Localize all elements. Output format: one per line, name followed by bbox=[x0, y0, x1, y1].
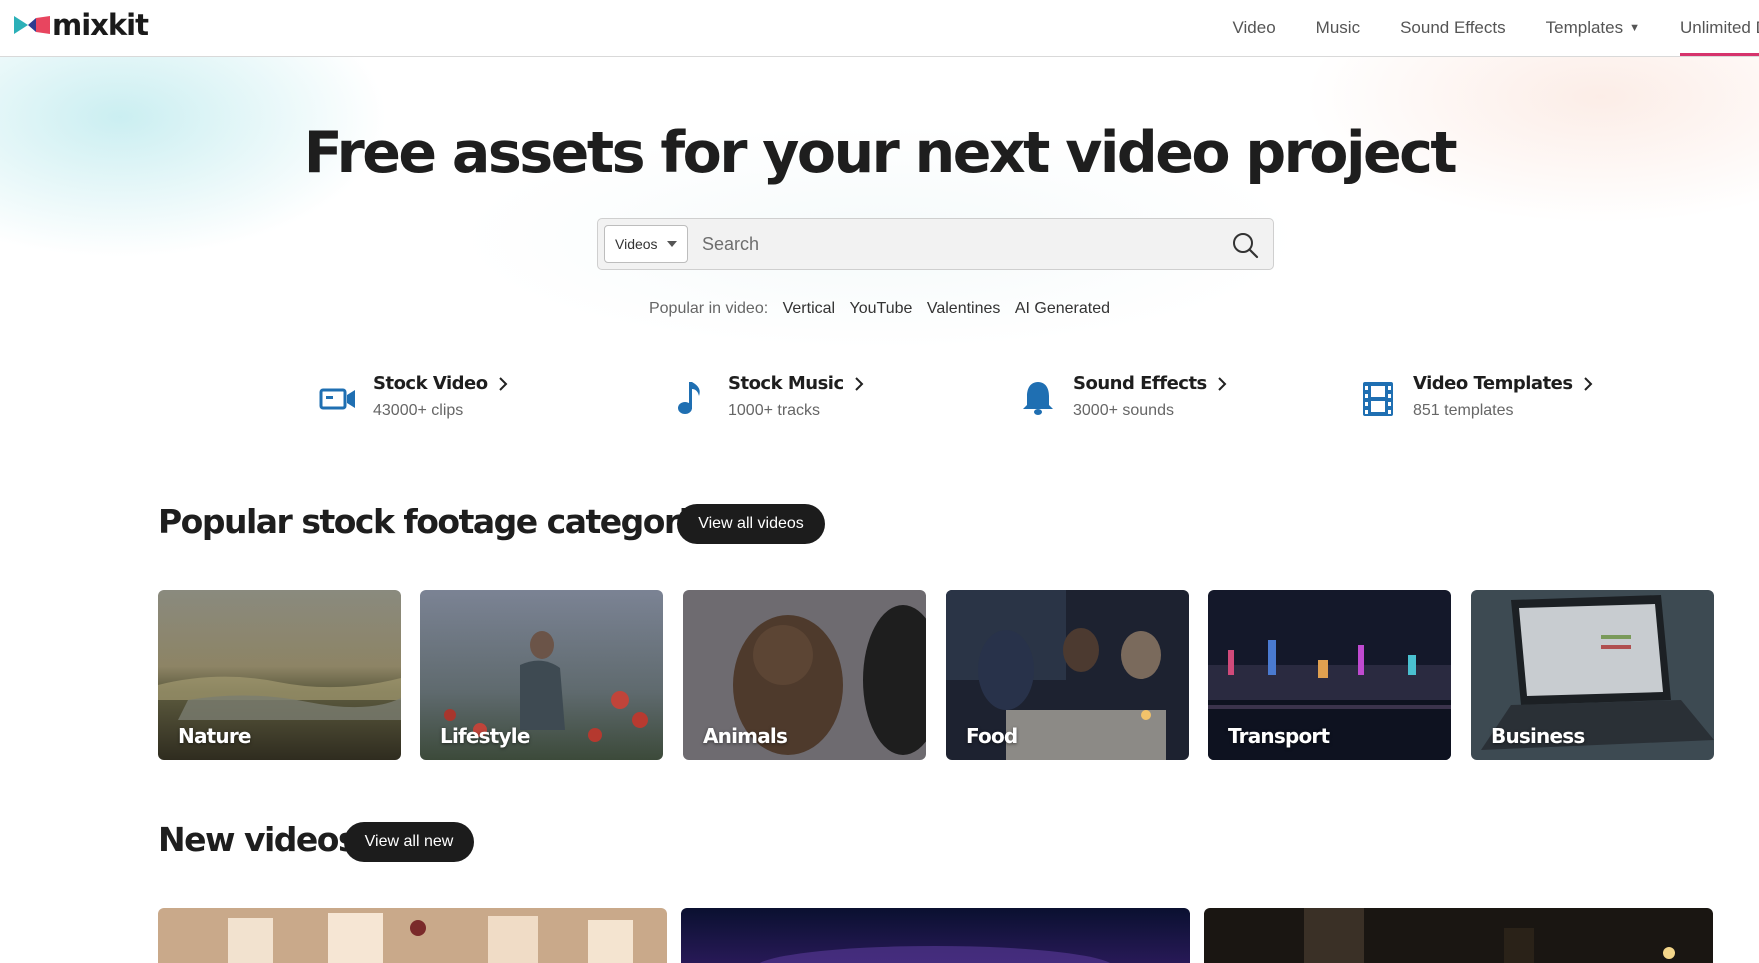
asset-type-stock-music[interactable]: Stock Music 1000+ tracks bbox=[673, 373, 864, 420]
view-all-videos-button[interactable]: View all videos bbox=[677, 504, 825, 544]
nav-music[interactable]: Music bbox=[1316, 0, 1360, 56]
popular-categories-title: Popular stock footage categories bbox=[158, 502, 729, 541]
new-video-card[interactable] bbox=[158, 908, 667, 963]
chevron-right-icon bbox=[1218, 376, 1227, 391]
category-label: Food bbox=[966, 724, 1018, 748]
asset-type-title: Video Templates bbox=[1413, 373, 1593, 394]
popular-tag-vertical[interactable]: Vertical bbox=[783, 300, 835, 317]
chevron-right-icon bbox=[498, 376, 508, 391]
popular-tag-valentines[interactable]: Valentines bbox=[927, 300, 1001, 317]
main-nav: Video Music Sound Effects Templates ▼ Unl… bbox=[1192, 0, 1759, 56]
stock-music-title: Stock Music bbox=[728, 373, 844, 394]
category-label: Lifestyle bbox=[440, 724, 530, 748]
asset-type-sound-effects[interactable]: Sound Effects 3000+ sounds bbox=[1018, 373, 1227, 420]
asset-type-title: Stock Music bbox=[728, 373, 864, 394]
logo-mark-icon bbox=[14, 16, 50, 34]
asset-type-selected: Videos bbox=[615, 236, 658, 252]
stock-video-count: 43000+ clips bbox=[373, 402, 464, 419]
popular-label: Popular in video: bbox=[648, 300, 769, 317]
sound-effects-title: Sound Effects bbox=[1073, 373, 1207, 394]
nav-unlimited-label: Unlimited D bbox=[1680, 18, 1759, 37]
new-video-card[interactable] bbox=[681, 908, 1190, 963]
caret-down-icon: ▼ bbox=[1629, 22, 1640, 34]
popular-tag-youtube[interactable]: YouTube bbox=[850, 300, 913, 317]
asset-type-title: Stock Video bbox=[373, 373, 508, 394]
category-tile-food[interactable]: Food bbox=[946, 590, 1189, 760]
search-input[interactable] bbox=[702, 227, 1202, 261]
video-templates-title: Video Templates bbox=[1413, 373, 1573, 394]
category-tile-lifestyle[interactable]: Lifestyle bbox=[420, 590, 663, 760]
category-tile-animals[interactable]: Animals bbox=[683, 590, 926, 760]
sound-effects-count: 3000+ sounds bbox=[1073, 402, 1174, 419]
video-camera-icon bbox=[319, 388, 355, 410]
category-tile-business[interactable]: Business bbox=[1471, 590, 1714, 760]
bell-icon bbox=[1023, 382, 1053, 415]
asset-type-select[interactable]: Videos bbox=[604, 225, 688, 263]
film-strip-icon bbox=[1363, 382, 1393, 416]
top-header: mixkit Video Music Sound Effects Templat… bbox=[0, 0, 1759, 57]
nav-templates[interactable]: Templates ▼ bbox=[1546, 0, 1640, 56]
new-videos-title: New videos bbox=[158, 820, 358, 859]
candles-thumbnail bbox=[158, 908, 667, 963]
asset-type-stock-video[interactable]: Stock Video 43000+ clips bbox=[318, 373, 508, 420]
hero-title: Free assets for your next video project bbox=[303, 120, 1458, 186]
video-templates-count: 851 templates bbox=[1413, 402, 1514, 419]
nav-unlimited[interactable]: Unlimited D bbox=[1680, 0, 1759, 56]
category-label: Animals bbox=[703, 724, 788, 748]
mixkit-logo[interactable]: mixkit bbox=[14, 8, 149, 42]
category-tile-nature[interactable]: Nature bbox=[158, 590, 401, 760]
nav-templates-label: Templates bbox=[1545, 18, 1624, 37]
category-label: Transport bbox=[1228, 724, 1330, 748]
select-caret-icon bbox=[667, 241, 677, 247]
popular-searches: Popular in video: Vertical YouTube Valen… bbox=[0, 300, 1759, 318]
nav-sound-effects-label: Sound Effects bbox=[1400, 18, 1506, 37]
chevron-right-icon bbox=[854, 376, 864, 391]
night-scene-thumbnail bbox=[1204, 908, 1713, 963]
nav-music-label: Music bbox=[1315, 18, 1361, 37]
category-label: Nature bbox=[178, 724, 251, 748]
popular-tag-ai-generated[interactable]: AI Generated bbox=[1015, 300, 1110, 317]
chevron-right-icon bbox=[1583, 376, 1593, 391]
nav-sound-effects[interactable]: Sound Effects bbox=[1400, 0, 1506, 56]
asset-type-video-templates[interactable]: Video Templates 851 templates bbox=[1358, 373, 1593, 420]
asset-type-title: Sound Effects bbox=[1073, 373, 1227, 394]
category-tile-transport[interactable]: Transport bbox=[1208, 590, 1451, 760]
search-icon[interactable] bbox=[1231, 231, 1259, 259]
nav-video-label: Video bbox=[1232, 18, 1276, 37]
stage-thumbnail bbox=[681, 908, 1190, 963]
view-all-new-button[interactable]: View all new bbox=[344, 822, 474, 862]
new-video-card[interactable] bbox=[1204, 908, 1713, 963]
category-label: Business bbox=[1491, 724, 1585, 748]
stock-music-count: 1000+ tracks bbox=[728, 402, 821, 419]
nav-video[interactable]: Video bbox=[1232, 0, 1275, 56]
music-note-icon bbox=[678, 382, 700, 414]
stock-video-title: Stock Video bbox=[373, 373, 488, 394]
search-bar: Videos bbox=[597, 218, 1274, 270]
logo-text: mixkit bbox=[52, 8, 149, 42]
